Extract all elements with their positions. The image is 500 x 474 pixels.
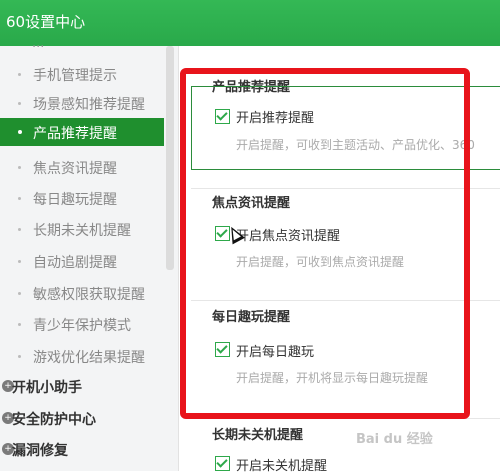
sidebar-group-label: 安全防护中心: [12, 412, 96, 428]
sidebar-group-label: 漏洞修复: [12, 443, 68, 459]
sidebar-scrollbar-thumb[interactable]: [166, 46, 174, 270]
bullet-icon: [18, 228, 21, 231]
sidebar-item-long-uptime[interactable]: 长期未关机提醒: [0, 215, 164, 243]
bullet-icon: [18, 130, 22, 134]
highlight-box: [180, 68, 470, 419]
sidebar-item-scene-recommend[interactable]: 场景感知推荐提醒: [0, 89, 164, 117]
bullet-icon: [18, 323, 21, 326]
bullet-icon: [18, 292, 21, 295]
checkbox-label[interactable]: 开启未关机提醒: [236, 455, 327, 474]
sidebar-item-product-recommend[interactable]: 产品推荐提醒: [0, 118, 164, 146]
bullet-icon: [18, 355, 21, 358]
sidebar-item-sensitive-permission[interactable]: 敏感权限获取提醒: [0, 279, 164, 307]
sidebar-item-label: 手机管理提示: [33, 68, 117, 84]
window-title: 60设置中心: [6, 13, 86, 31]
sidebar-item-clipped[interactable]: ···: [32, 40, 44, 55]
sidebar-item-teen-protect[interactable]: 青少年保护模式: [0, 310, 164, 338]
watermark: Bai du 经验: [356, 432, 433, 447]
sidebar-item-label: 每日趣玩提醒: [33, 192, 117, 208]
sidebar-group-vuln-fix[interactable]: + 漏洞修复: [0, 436, 164, 464]
sidebar-item-focus-news[interactable]: 焦点资讯提醒: [0, 153, 164, 181]
sidebar-group-security-center[interactable]: + 安全防护中心: [0, 405, 164, 433]
sidebar-item-game-optimize[interactable]: 游戏优化结果提醒: [0, 342, 164, 370]
sidebar-item-auto-drama[interactable]: 自动追剧提醒: [0, 247, 164, 275]
sidebar-item-label: 敏感权限获取提醒: [33, 287, 145, 303]
sidebar-item-label: 焦点资讯提醒: [33, 161, 117, 177]
sidebar-item-label: 场景感知推荐提醒: [33, 97, 145, 113]
sidebar-item-label: 产品推荐提醒: [33, 126, 117, 142]
sidebar-item-label: 自动追剧提醒: [33, 255, 117, 271]
sidebar-group-label: 开机小助手: [12, 380, 82, 396]
checkbox-long-uptime[interactable]: [215, 456, 230, 471]
title-bar: 60设置中心: [0, 0, 500, 46]
bullet-icon: [18, 102, 21, 105]
sidebar-item-phone-manage[interactable]: 手机管理提示: [0, 60, 164, 88]
bullet-icon: [18, 73, 21, 76]
sidebar-item-daily-fun[interactable]: 每日趣玩提醒: [0, 184, 164, 212]
sidebar: ··· 手机管理提示 场景感知推荐提醒 产品推荐提醒 焦点资讯提醒 每日趣玩提醒…: [0, 40, 179, 471]
sidebar-item-label: 长期未关机提醒: [33, 223, 131, 239]
sidebar-group-boot-assistant[interactable]: + 开机小助手: [0, 373, 164, 401]
section-title-long-uptime: 长期未关机提醒: [212, 428, 304, 443]
sidebar-item-label: 青少年保护模式: [33, 318, 131, 334]
bullet-icon: [18, 197, 21, 200]
bullet-icon: [18, 260, 21, 263]
bullet-icon: [18, 166, 21, 169]
sidebar-item-label: 游戏优化结果提醒: [33, 350, 145, 366]
